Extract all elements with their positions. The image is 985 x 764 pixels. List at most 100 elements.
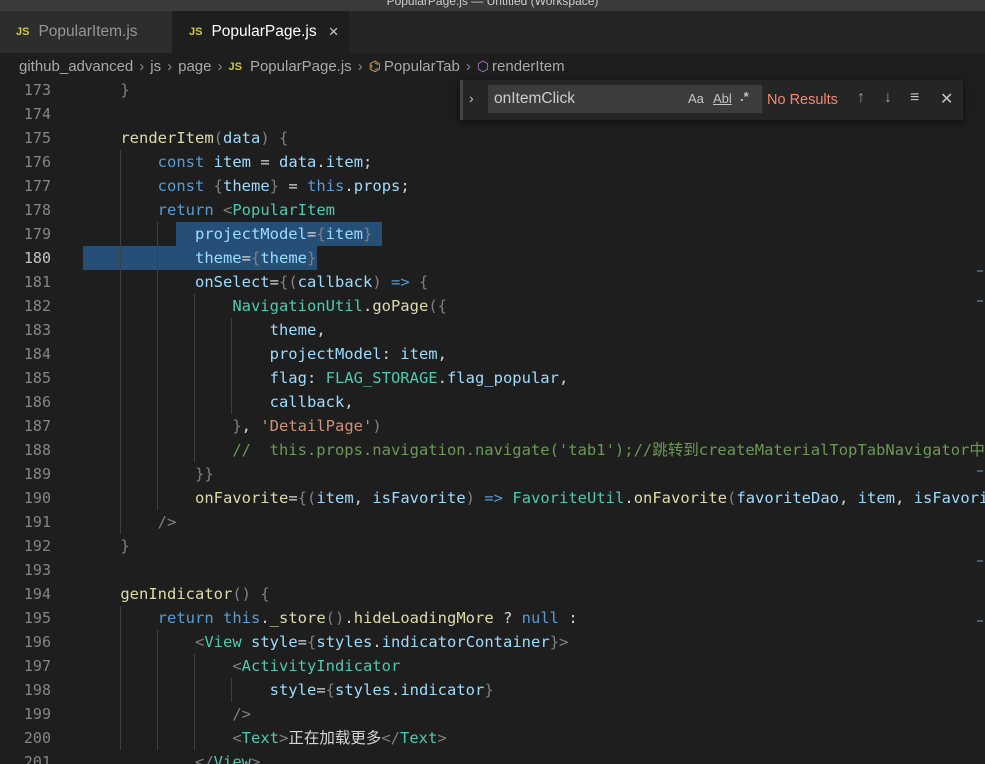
tab-popular-page[interactable]: JS PopularPage.js × [172,11,349,53]
code-line[interactable]: 188 // this.props.navigation.navigate('t… [0,438,985,462]
code-line[interactable]: 201 </View> [0,750,985,764]
code-line[interactable]: 189 }} [0,462,985,486]
line-number: 192 [23,537,51,555]
breadcrumb: github_advanced › js › page › JS Popular… [0,53,985,80]
line-number: 173 [23,81,51,99]
line-number: 175 [23,129,51,147]
code-text: projectModel: item, [269,345,447,363]
class-symbol-icon: ⌬ [368,58,381,74]
line-number: 185 [23,369,51,387]
code-text: </View> [194,753,261,764]
code-line[interactable]: 191 /> [0,510,985,534]
code-line[interactable]: 194 genIndicator() { [0,582,985,606]
line-number: 184 [23,345,51,363]
chevron-right-icon: › [139,58,145,75]
line-number: 183 [23,321,51,339]
editor-scrollbar[interactable] [969,80,985,764]
code-text: return this._store().hideLoadingMore ? n… [157,609,578,627]
code-line[interactable]: 185 flag: FLAG_STORAGE.flag_popular, [0,366,985,390]
find-input[interactable]: onItemClick Aa Abl .* [488,85,762,113]
find-in-selection-icon[interactable]: ≡ [910,89,919,107]
line-number: 176 [23,153,51,171]
close-icon[interactable]: ✕ [940,89,953,109]
code-line[interactable]: 181 onSelect={(callback) => { [0,270,985,294]
code-text: }} [194,465,214,483]
line-number: 191 [23,513,51,531]
code-text: renderItem(data) { [120,129,289,147]
code-line[interactable]: 182 NavigationUtil.goPage({ [0,294,985,318]
breadcrumb-item[interactable]: github_advanced [19,58,133,75]
code-text: }, 'DetailPage') [232,417,382,435]
find-widget: › onItemClick Aa Abl .* No Results ↑ ↓ ≡… [460,80,963,120]
code-text: /> [157,513,177,531]
code-text: style={styles.indicator} [269,681,494,699]
code-text: } [120,81,130,99]
code-line[interactable]: 187 }, 'DetailPage') [0,414,985,438]
code-line[interactable]: 195 return this._store().hideLoadingMore… [0,606,985,630]
match-case-icon[interactable]: Aa [688,91,704,106]
code-line[interactable]: 197 <ActivityIndicator [0,654,985,678]
code-line[interactable]: 175 renderItem(data) { [0,126,985,150]
code-text: <ActivityIndicator [232,657,401,675]
code-text: flag: FLAG_STORAGE.flag_popular, [269,369,569,387]
line-number: 179 [23,225,51,243]
code-line[interactable]: 186 callback, [0,390,985,414]
js-file-icon: JS [16,26,30,38]
window-title: PopularPage.js — Untitled (Workspace) [386,0,599,8]
line-number: 182 [23,297,51,315]
method-symbol-icon: ⬡ [476,58,490,74]
toggle-replace-icon[interactable]: › [469,90,474,106]
line-number: 193 [23,561,51,579]
line-number: 181 [23,273,51,291]
code-line[interactable]: 199 /> [0,702,985,726]
code-text: theme={theme} [194,249,317,267]
breadcrumb-item[interactable]: PopularPage.js [250,58,352,75]
line-number: 197 [23,657,51,675]
line-number: 186 [23,393,51,411]
line-number: 177 [23,177,51,195]
code-line[interactable]: 193 [0,558,985,582]
code-text: <View style={styles.indicatorContainer}> [194,633,569,651]
window-titlebar: PopularPage.js — Untitled (Workspace) [0,0,985,11]
line-number: 195 [23,609,51,627]
line-number: 201 [23,753,51,764]
line-number: 180 [23,249,51,267]
code-line[interactable]: 196 <View style={styles.indicatorContain… [0,630,985,654]
code-line[interactable]: 180 theme={theme} [0,246,985,270]
find-result-status: No Results [767,92,838,108]
code-line[interactable]: 190 onFavorite={(item, isFavorite) => Fa… [0,486,985,510]
line-number: 198 [23,681,51,699]
code-line[interactable]: 176 const item = data.item; [0,150,985,174]
code-line[interactable]: 184 projectModel: item, [0,342,985,366]
breadcrumb-item[interactable]: js [150,58,161,75]
code-line[interactable]: 179 projectModel={item} [0,222,985,246]
tab-label: PopularPage.js [211,23,317,40]
tab-popular-item[interactable]: JS PopularItem.js [0,11,172,53]
code-line[interactable]: 198 style={styles.indicator} [0,678,985,702]
tab-label: PopularItem.js [38,23,138,40]
code-editor[interactable]: 173 } 174 175 renderItem(data) {176 const … [0,80,985,764]
code-text: const item = data.item; [157,153,373,171]
close-icon[interactable]: × [329,22,339,42]
line-number: 189 [23,465,51,483]
line-number: 199 [23,705,51,723]
code-line[interactable]: 200 <Text>正在加载更多</Text> [0,726,985,750]
breadcrumb-item[interactable]: page [178,58,211,75]
line-number: 194 [23,585,51,603]
code-line[interactable]: 183 theme, [0,318,985,342]
code-text: /> [232,705,251,723]
regex-icon[interactable]: .* [740,89,749,104]
arrow-down-icon[interactable]: ↓ [884,89,892,107]
code-line[interactable]: 177 const {theme} = this.props; [0,174,985,198]
code-text: callback, [269,393,354,411]
breadcrumb-item[interactable]: renderItem [492,58,565,75]
whole-word-icon[interactable]: Abl [713,91,732,106]
js-file-icon: JS [228,60,242,73]
arrow-up-icon[interactable]: ↑ [857,89,865,107]
code-line[interactable]: 178 return <PopularItem [0,198,985,222]
js-file-icon: JS [189,26,203,38]
breadcrumb-item[interactable]: PopularTab [384,58,460,75]
code-line[interactable]: 192 } [0,534,985,558]
find-input-value: onItemClick [494,90,575,107]
code-text: onSelect={(callback) => { [194,273,429,291]
